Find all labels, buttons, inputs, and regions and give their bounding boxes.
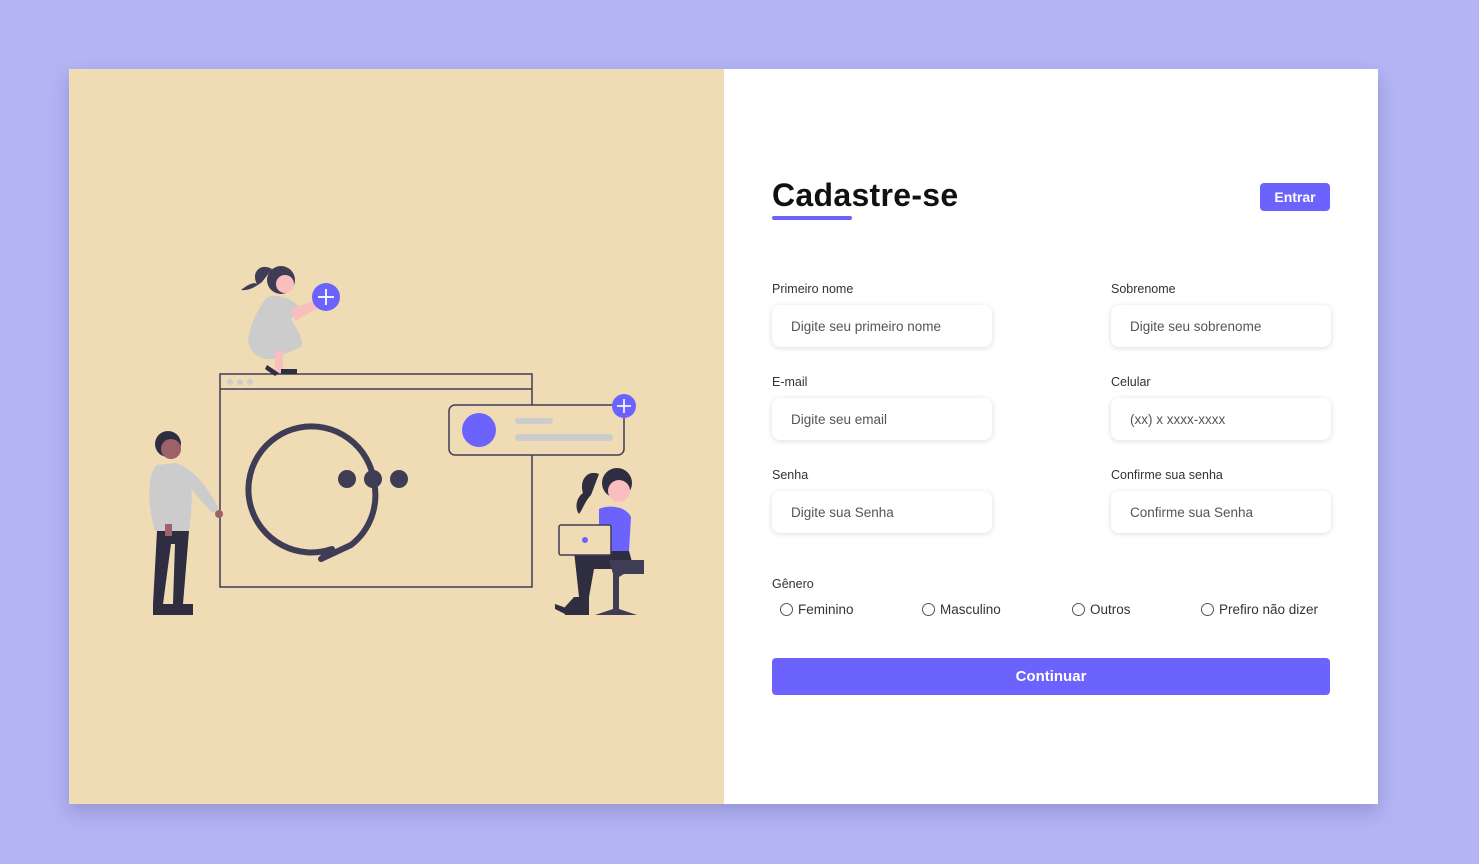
gender-option-outros[interactable]: Outros <box>1072 602 1131 617</box>
gender-option-masculino[interactable]: Masculino <box>922 602 1001 617</box>
last-name-field: Sobrenome <box>1111 282 1331 347</box>
gender-option-feminino[interactable]: Feminino <box>780 602 854 617</box>
title-underline <box>772 216 852 220</box>
phone-label: Celular <box>1111 375 1151 389</box>
phone-field: Celular <box>1111 375 1331 440</box>
continue-button[interactable]: Continuar <box>772 658 1330 695</box>
radio-feminino[interactable] <box>780 603 793 616</box>
radio-masculino[interactable] <box>922 603 935 616</box>
first-name-field: Primeiro nome <box>772 282 992 347</box>
page-title: Cadastre-se <box>772 177 959 213</box>
signup-illustration <box>149 266 644 615</box>
confirm-password-field: Confirme sua senha <box>1111 468 1331 533</box>
first-name-input[interactable] <box>772 305 992 347</box>
email-input[interactable] <box>772 398 992 440</box>
radio-prefiro-nao-dizer[interactable] <box>1201 603 1214 616</box>
radio-outros[interactable] <box>1072 603 1085 616</box>
chat-bubble-icon <box>245 423 408 562</box>
phone-input[interactable] <box>1111 398 1331 440</box>
plus-icon <box>312 283 340 311</box>
email-label: E-mail <box>772 375 808 389</box>
signup-form-panel: Cadastre-se Entrar Primeiro nome Sobreno… <box>724 69 1378 804</box>
signup-card: Cadastre-se Entrar Primeiro nome Sobreno… <box>69 69 1378 804</box>
login-button[interactable]: Entrar <box>1260 183 1330 211</box>
last-name-label: Sobrenome <box>1111 282 1176 296</box>
plus-icon <box>612 394 636 418</box>
gender-label: Gênero <box>772 577 814 591</box>
gender-option-prefiro-nao-dizer[interactable]: Prefiro não dizer <box>1201 602 1318 617</box>
gender-option-label: Feminino <box>798 602 854 617</box>
confirm-password-label: Confirme sua senha <box>1111 468 1223 482</box>
illustration-panel <box>69 69 724 804</box>
gender-option-label: Masculino <box>940 602 1001 617</box>
gender-option-label: Outros <box>1090 602 1131 617</box>
standing-man-figure <box>149 431 223 615</box>
email-field: E-mail <box>772 375 992 440</box>
last-name-input[interactable] <box>1111 305 1331 347</box>
gender-option-label: Prefiro não dizer <box>1219 602 1319 617</box>
woman-on-top-figure <box>241 266 327 376</box>
confirm-password-input[interactable] <box>1111 491 1331 533</box>
first-name-label: Primeiro nome <box>772 282 854 296</box>
password-input[interactable] <box>772 491 992 533</box>
password-field: Senha <box>772 468 992 533</box>
password-label: Senha <box>772 468 809 482</box>
sitting-woman-figure <box>555 468 644 615</box>
